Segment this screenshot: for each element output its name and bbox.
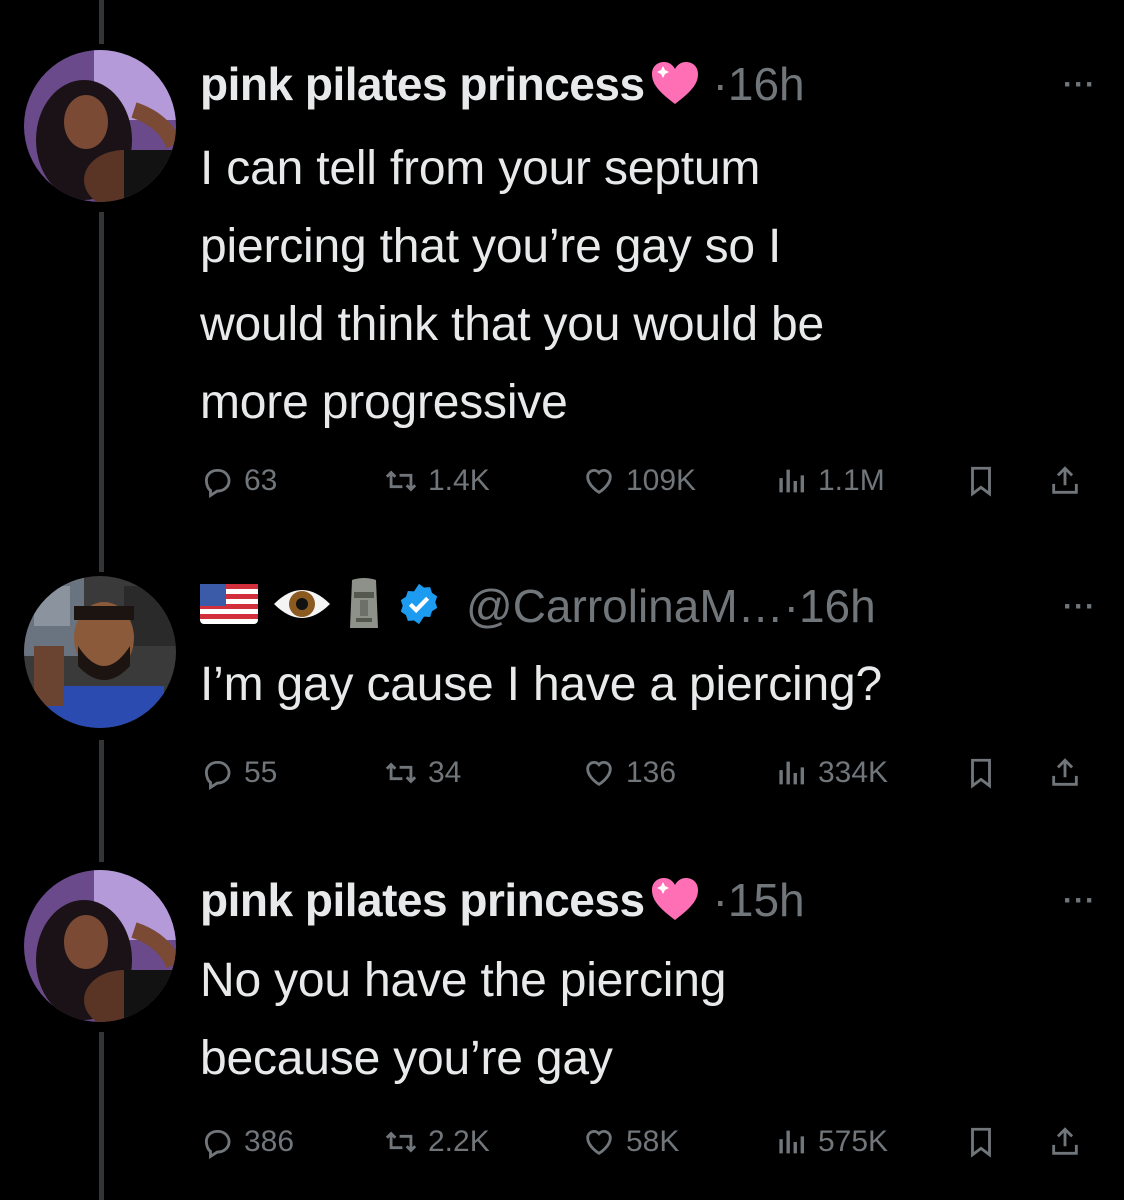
tweet[interactable]: pink pilates princess ·15h ··· No you ha… bbox=[0, 860, 1124, 1200]
more-options-icon[interactable]: ··· bbox=[1063, 590, 1096, 624]
tweet-text-line: piercing that you’re gay so I bbox=[200, 220, 782, 273]
reply-icon bbox=[204, 468, 231, 498]
display-name[interactable]: pink pilates princess bbox=[200, 873, 645, 927]
reply-button[interactable]: 63 bbox=[200, 457, 277, 505]
repost-button[interactable]: 1.4K bbox=[384, 457, 490, 505]
avatar[interactable] bbox=[24, 576, 176, 728]
action-bar: 386 2.2K 58K 575K bbox=[200, 1118, 1094, 1166]
share-button[interactable] bbox=[1048, 1118, 1082, 1166]
view-count: 334K bbox=[818, 756, 889, 789]
reply-button[interactable]: 386 bbox=[200, 1118, 294, 1166]
eye-emoji bbox=[272, 582, 332, 631]
reply-button[interactable]: 55 bbox=[200, 749, 277, 797]
bookmark-icon bbox=[971, 758, 991, 789]
verified-badge-icon bbox=[396, 581, 442, 632]
views-icon bbox=[779, 1130, 805, 1154]
profile-photo bbox=[24, 576, 176, 728]
tweet-header: @CarrolinaM… ·16h bbox=[200, 576, 876, 636]
repost-button[interactable]: 2.2K bbox=[384, 1118, 490, 1166]
bookmark-icon bbox=[971, 466, 991, 497]
tweet-text: I’m gay cause I have a piercing? bbox=[200, 646, 1080, 724]
reply-count: 63 bbox=[244, 464, 278, 497]
repost-count: 1.4K bbox=[428, 464, 490, 497]
bookmark-icon bbox=[971, 1127, 991, 1158]
timestamp[interactable]: ·16h bbox=[784, 579, 876, 633]
repost-icon bbox=[385, 470, 417, 492]
name-emoji-row bbox=[200, 576, 456, 637]
sparkling-heart-emoji bbox=[649, 876, 701, 924]
reply-count: 55 bbox=[244, 756, 278, 789]
view-count: 575K bbox=[818, 1125, 889, 1158]
share-icon bbox=[1052, 1127, 1078, 1155]
sparkling-heart-emoji bbox=[649, 60, 701, 108]
tweet-text-line: I can tell from your septum bbox=[200, 142, 761, 195]
tweet-text-line: No you have the piercing bbox=[200, 954, 727, 1007]
bookmark-button[interactable] bbox=[964, 749, 998, 797]
bookmark-button[interactable] bbox=[964, 457, 998, 505]
heart-icon bbox=[586, 1130, 612, 1155]
like-count: 109K bbox=[626, 464, 697, 497]
timestamp[interactable]: ·16h bbox=[713, 57, 805, 111]
share-icon bbox=[1052, 466, 1078, 494]
like-count: 136 bbox=[626, 756, 677, 789]
tweet-text-line: would think that you would be bbox=[200, 298, 824, 351]
avatar[interactable] bbox=[24, 870, 176, 1022]
display-name[interactable]: pink pilates princess bbox=[200, 57, 645, 111]
profile-photo bbox=[24, 50, 176, 202]
repost-icon bbox=[385, 1131, 417, 1153]
views-icon bbox=[779, 469, 805, 493]
bookmark-button[interactable] bbox=[964, 1118, 998, 1166]
like-count: 58K bbox=[626, 1125, 680, 1158]
more-options-icon[interactable]: ··· bbox=[1063, 68, 1096, 102]
user-handle[interactable]: @CarrolinaM… bbox=[466, 579, 784, 633]
heart-icon bbox=[586, 469, 612, 494]
like-button[interactable]: 136 bbox=[582, 749, 676, 797]
views-button[interactable]: 575K bbox=[774, 1118, 888, 1166]
moai-emoji bbox=[346, 576, 382, 637]
tweet-text: I can tell from your septum piercing tha… bbox=[200, 130, 1080, 442]
tweet[interactable]: @CarrolinaM… ·16h ··· I’m gay cause I ha… bbox=[0, 560, 1124, 850]
tweet[interactable]: pink pilates princess ·16h ··· I can tel… bbox=[0, 0, 1124, 540]
like-button[interactable]: 109K bbox=[582, 457, 696, 505]
profile-photo bbox=[24, 870, 176, 1022]
views-button[interactable]: 1.1M bbox=[774, 457, 885, 505]
views-icon bbox=[779, 761, 805, 785]
tweet-header: pink pilates princess ·16h bbox=[200, 54, 805, 114]
us-flag-emoji bbox=[200, 583, 258, 629]
more-options-icon[interactable]: ··· bbox=[1063, 884, 1096, 918]
tweet-text: No you have the piercing because you’re … bbox=[200, 942, 1080, 1098]
reply-count: 386 bbox=[244, 1125, 295, 1158]
tweet-header: pink pilates princess ·15h bbox=[200, 870, 805, 930]
repost-icon bbox=[385, 762, 417, 784]
views-button[interactable]: 334K bbox=[774, 749, 888, 797]
like-button[interactable]: 58K bbox=[582, 1118, 679, 1166]
tweet-text-line: I’m gay cause I have a piercing? bbox=[200, 658, 882, 711]
action-bar: 55 34 136 334K bbox=[200, 749, 1094, 797]
reply-icon bbox=[204, 1129, 231, 1159]
repost-count: 34 bbox=[428, 756, 462, 789]
timestamp[interactable]: ·15h bbox=[713, 873, 805, 927]
share-button[interactable] bbox=[1048, 749, 1082, 797]
avatar[interactable] bbox=[24, 50, 176, 202]
reply-icon bbox=[204, 760, 231, 790]
heart-icon bbox=[586, 761, 612, 786]
share-button[interactable] bbox=[1048, 457, 1082, 505]
tweet-text-line: more progressive bbox=[200, 376, 568, 429]
tweet-text-line: because you’re gay bbox=[200, 1032, 613, 1085]
view-count: 1.1M bbox=[818, 464, 885, 497]
share-icon bbox=[1052, 758, 1078, 786]
repost-button[interactable]: 34 bbox=[384, 749, 461, 797]
repost-count: 2.2K bbox=[428, 1125, 490, 1158]
action-bar: 63 1.4K 109K 1.1M bbox=[200, 457, 1094, 505]
